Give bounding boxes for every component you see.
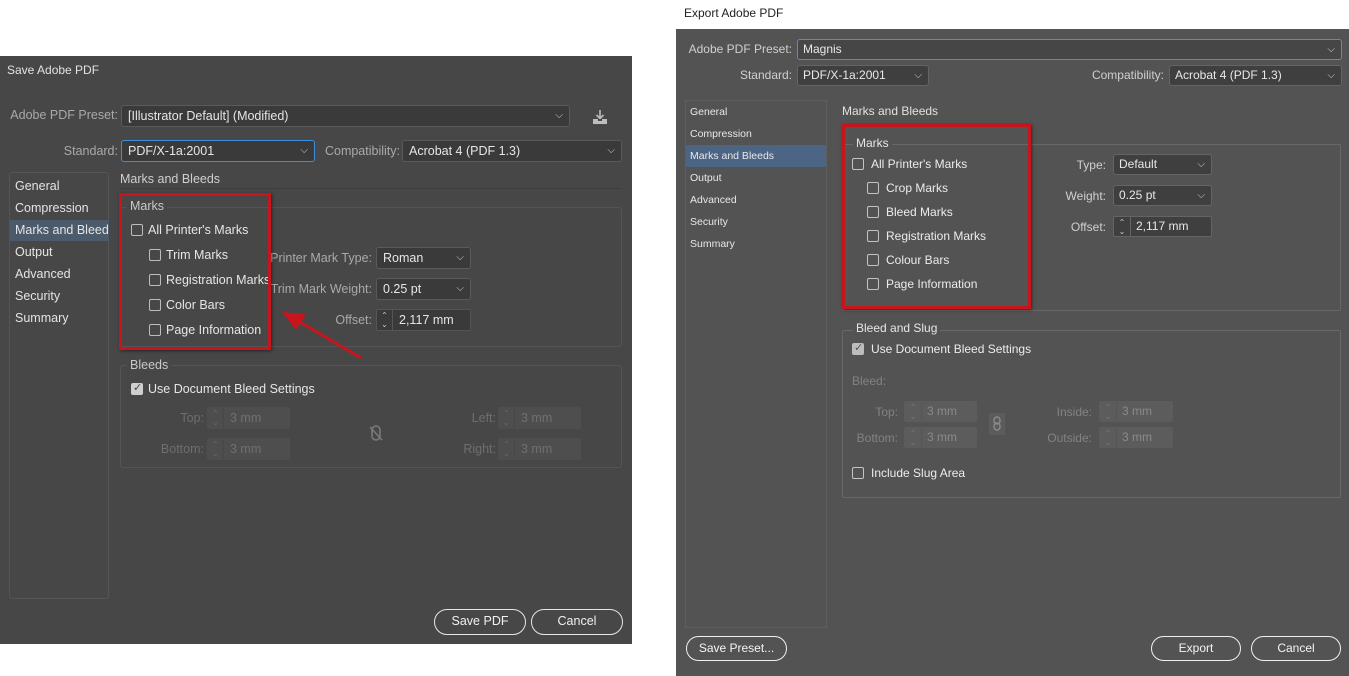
nav-item-compression[interactable]: Compression xyxy=(686,123,826,145)
bleed-top-value: 3 mm xyxy=(927,404,957,418)
chevron-down-icon: ⌵ xyxy=(1327,70,1335,81)
preset-label: Adobe PDF Preset: xyxy=(688,42,792,56)
chevron-down-icon: ⌵ xyxy=(1197,159,1205,170)
standard-dropdown[interactable]: PDF/X-1a:2001 ⌵ xyxy=(797,65,929,86)
bleed-inside-label: Inside: xyxy=(1056,405,1092,419)
save-preset-button[interactable]: Save Preset... xyxy=(686,636,787,661)
bleed-outside-stepper[interactable]: ⌃ ⌄ 3 mm xyxy=(1099,427,1173,448)
nav-item-output[interactable]: Output xyxy=(686,167,826,189)
include-slug-area-label: Include Slug Area xyxy=(871,466,966,480)
preset-value: Magnis xyxy=(803,42,842,56)
link-icon[interactable] xyxy=(989,413,1005,435)
compatibility-label: Compatibility: xyxy=(1091,68,1164,82)
weight-dropdown[interactable]: 0.25 pt ⌵ xyxy=(1113,185,1212,206)
offset-value: 2,117 mm xyxy=(1136,219,1189,233)
nav-item-summary[interactable]: Summary xyxy=(686,233,826,255)
section-title: Marks and Bleeds xyxy=(842,104,939,118)
compatibility-value: Acrobat 4 (PDF 1.3) xyxy=(1175,68,1282,82)
bleed-top-label: Top: xyxy=(875,405,898,419)
mark-type-value: Default xyxy=(1119,157,1158,171)
preset-dropdown[interactable]: Magnis ⌵ xyxy=(797,39,1342,60)
annotation-highlight-box xyxy=(842,124,1031,309)
use-document-bleed-label: Use Document Bleed Settings xyxy=(871,342,1032,356)
bleed-outside-value: 3 mm xyxy=(1122,430,1152,444)
bleed-inside-stepper[interactable]: ⌃ ⌄ 3 mm xyxy=(1099,401,1173,422)
stepper-arrows-icon: ⌃ ⌄ xyxy=(1100,428,1117,447)
bleed-bottom-stepper[interactable]: ⌃ ⌄ 3 mm xyxy=(904,427,977,448)
bleed-inside-value: 3 mm xyxy=(1122,404,1152,418)
stepper-arrows-icon: ⌃ ⌄ xyxy=(1100,402,1117,421)
compatibility-dropdown[interactable]: Acrobat 4 (PDF 1.3) ⌵ xyxy=(1169,65,1342,86)
weight-value: 0.25 pt xyxy=(1119,188,1156,202)
mark-type-label: Type: xyxy=(1076,158,1106,172)
bleed-outside-label: Outside: xyxy=(1047,431,1092,445)
offset-stepper[interactable]: ⌃ ⌄ 2,117 mm xyxy=(1113,216,1212,237)
offset-label: Offset: xyxy=(1070,220,1106,234)
category-list: General Compression Marks and Bleeds Out… xyxy=(685,100,827,628)
chevron-down-icon: ⌵ xyxy=(1327,44,1335,55)
nav-item-marks-and-bleeds[interactable]: Marks and Bleeds xyxy=(686,145,826,167)
stepper-arrows-icon[interactable]: ⌃ ⌄ xyxy=(1114,217,1131,236)
stepper-arrows-icon: ⌃ ⌄ xyxy=(905,402,922,421)
nav-item-general[interactable]: General xyxy=(686,101,826,123)
cancel-button[interactable]: Cancel xyxy=(1251,636,1341,661)
standard-label: Standard: xyxy=(739,68,792,82)
bleed-and-slug-title: Bleed and Slug xyxy=(853,321,941,335)
bleed-top-stepper[interactable]: ⌃ ⌄ 3 mm xyxy=(904,401,977,422)
chevron-down-icon: ⌵ xyxy=(914,70,922,81)
standard-value: PDF/X-1a:2001 xyxy=(803,68,886,82)
stepper-arrows-icon: ⌃ ⌄ xyxy=(905,428,922,447)
nav-item-security[interactable]: Security xyxy=(686,211,826,233)
use-document-bleed-checkbox[interactable] xyxy=(852,341,864,355)
bleed-bottom-label: Bottom: xyxy=(856,431,898,445)
include-slug-area-checkbox[interactable] xyxy=(852,467,864,479)
nav-item-advanced[interactable]: Advanced xyxy=(686,189,826,211)
chevron-down-icon: ⌵ xyxy=(1197,190,1205,201)
mark-type-dropdown[interactable]: Default ⌵ xyxy=(1113,154,1212,175)
weight-label: Weight: xyxy=(1065,189,1106,203)
export-button[interactable]: Export xyxy=(1151,636,1241,661)
bleed-bottom-value: 3 mm xyxy=(927,430,957,444)
dialog-title: Export Adobe PDF xyxy=(684,6,784,20)
bleed-label: Bleed: xyxy=(852,374,887,388)
